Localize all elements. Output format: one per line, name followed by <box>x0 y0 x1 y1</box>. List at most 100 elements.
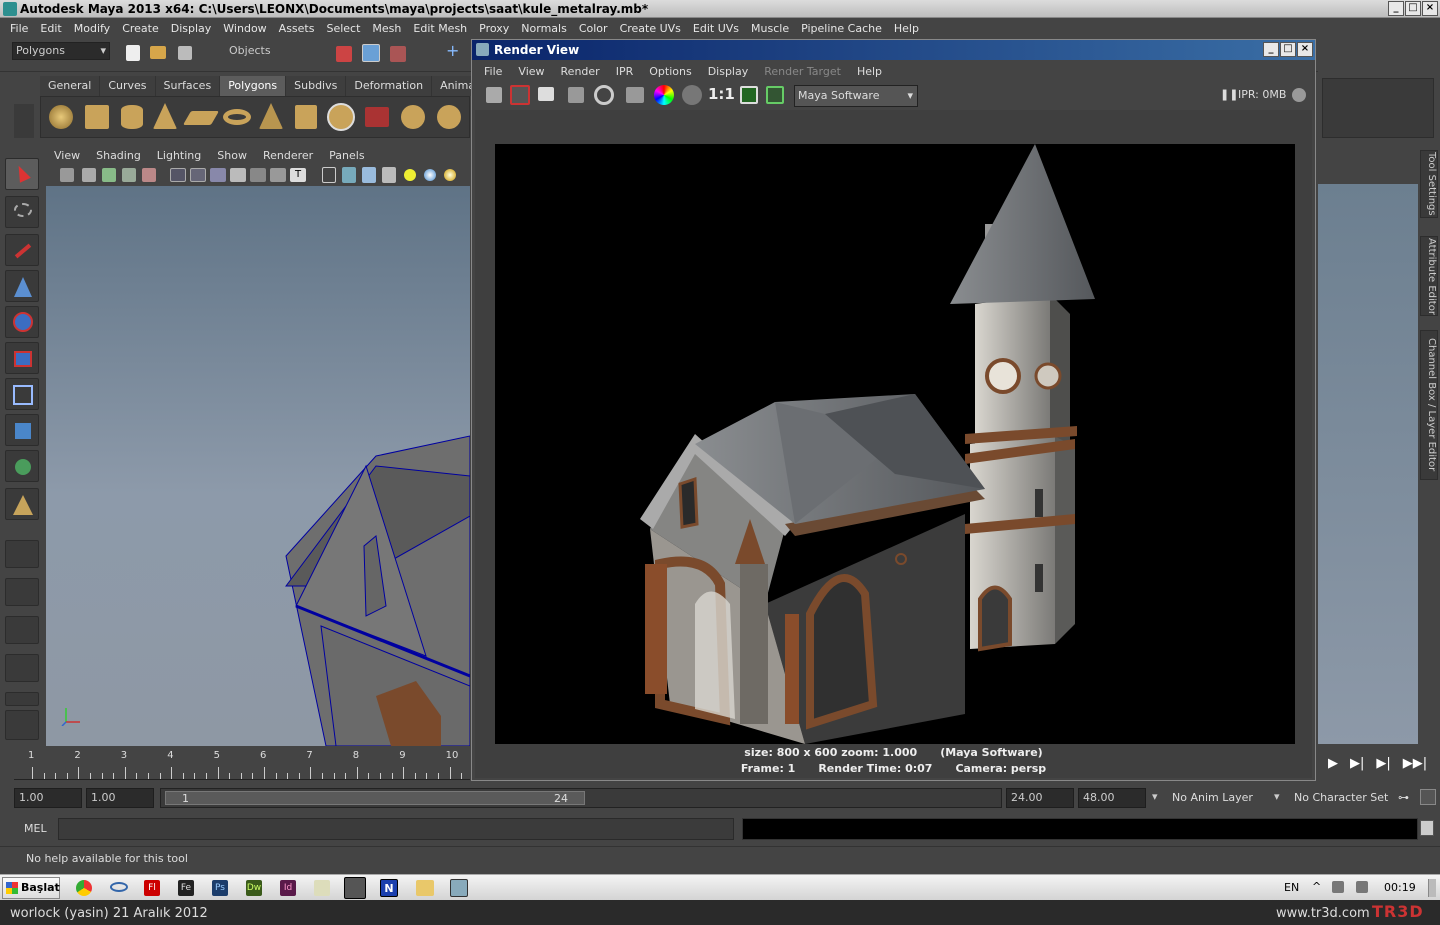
rv-menu-help[interactable]: Help <box>849 65 890 78</box>
tab-curves[interactable]: Curves <box>100 76 156 96</box>
all-lights-icon[interactable] <box>424 169 436 181</box>
menu-file[interactable]: File <box>4 22 34 35</box>
rv-minimize-button[interactable]: _ <box>1263 42 1279 57</box>
char-set-dropdown-icon[interactable]: ▾ <box>1274 790 1280 803</box>
select-tool-icon[interactable] <box>5 158 39 190</box>
hypershade-layout-icon[interactable] <box>5 710 39 740</box>
viewport-menu-panels[interactable]: Panels <box>321 149 372 162</box>
new-scene-icon[interactable] <box>126 45 140 61</box>
rv-menu-render[interactable]: Render <box>553 65 608 78</box>
outliner-layout-icon[interactable] <box>5 616 39 644</box>
end-time-field[interactable]: 48.00 <box>1078 788 1146 808</box>
show-desktop-button[interactable] <box>1428 879 1436 897</box>
script-editor-icon[interactable] <box>1420 820 1434 836</box>
language-indicator[interactable]: EN <box>1284 881 1299 894</box>
bookmarks-icon[interactable] <box>82 168 96 182</box>
checker-icon[interactable] <box>382 167 396 183</box>
menu-display[interactable]: Display <box>165 22 218 35</box>
redo-previous-render-icon[interactable] <box>486 87 502 103</box>
start-button[interactable]: Başlat <box>2 877 60 899</box>
rv-menu-view[interactable]: View <box>510 65 552 78</box>
poly-pipe-icon[interactable] <box>295 105 317 129</box>
clock[interactable]: 00:19 <box>1384 881 1416 894</box>
volume-icon[interactable] <box>1356 881 1368 893</box>
rv-menu-file[interactable]: File <box>476 65 510 78</box>
wireframe-icon[interactable] <box>170 168 186 182</box>
poly-cube-icon[interactable] <box>85 105 109 129</box>
photoshop-icon[interactable]: Ps <box>212 880 228 896</box>
lasso-tool-icon[interactable] <box>5 196 39 228</box>
menu-mesh[interactable]: Mesh <box>366 22 407 35</box>
paint-select-tool-icon[interactable] <box>5 234 39 266</box>
select-by-component-icon[interactable] <box>390 46 406 62</box>
graph-layout-icon[interactable] <box>5 654 39 682</box>
snap-icon[interactable]: + <box>446 43 462 60</box>
viewport-menu-show[interactable]: Show <box>209 149 255 162</box>
next-key-icon[interactable]: ▶| <box>1376 756 1390 771</box>
smooth-shade-icon[interactable] <box>210 168 226 182</box>
rv-close-button[interactable]: × <box>1297 42 1313 57</box>
chrome-icon[interactable] <box>76 880 92 896</box>
real-size-button[interactable]: 1:1 <box>708 85 735 103</box>
tab-surfaces[interactable]: Surfaces <box>155 76 221 96</box>
textured-icon[interactable] <box>270 168 286 182</box>
poly-sphere-icon[interactable] <box>49 105 73 129</box>
menu-window[interactable]: Window <box>217 22 272 35</box>
quick-launch-icon[interactable] <box>110 882 128 892</box>
two-d-pan-icon[interactable] <box>122 168 136 182</box>
close-button[interactable]: × <box>1422 1 1438 16</box>
tab-attribute-editor[interactable]: Attribute Editor <box>1420 236 1438 316</box>
tab-subdivs[interactable]: Subdivs <box>286 76 347 96</box>
menu-create-uvs[interactable]: Create UVs <box>614 22 687 35</box>
refresh-ipr-icon[interactable] <box>594 85 614 105</box>
menu-set-dropdown[interactable]: Polygons ▾ <box>12 42 110 60</box>
menu-edit[interactable]: Edit <box>34 22 67 35</box>
maximize-button[interactable]: □ <box>1405 1 1421 16</box>
playback-start-field[interactable]: 1.00 <box>86 788 154 808</box>
separate-icon[interactable] <box>401 105 425 129</box>
menu-pipeline-cache[interactable]: Pipeline Cache <box>795 22 888 35</box>
render-region-icon[interactable] <box>510 85 530 105</box>
tab-channel-box[interactable]: Channel Box / Layer Editor <box>1420 330 1438 480</box>
menu-muscle[interactable]: Muscle <box>745 22 795 35</box>
tab-tool-settings[interactable]: Tool Settings <box>1420 150 1438 218</box>
poly-pyramid-icon[interactable] <box>259 103 283 129</box>
render-canvas[interactable]: size: 800 x 600 zoom: 1.000 (Maya Softwa… <box>475 110 1312 778</box>
network-icon[interactable] <box>1332 881 1344 893</box>
tab-polygons[interactable]: Polygons <box>220 76 287 96</box>
default-light-icon[interactable] <box>404 169 416 181</box>
wireframe-on-shaded-icon[interactable] <box>230 168 246 182</box>
grid-icon[interactable] <box>190 168 206 182</box>
perspective-viewport[interactable] <box>46 186 470 746</box>
menu-proxy[interactable]: Proxy <box>473 22 515 35</box>
menu-modify[interactable]: Modify <box>68 22 116 35</box>
remove-image-icon[interactable] <box>766 86 784 104</box>
soft-mod-tool-icon[interactable] <box>5 414 39 446</box>
start-time-field[interactable]: 1.00 <box>14 788 82 808</box>
minimize-button[interactable]: _ <box>1388 1 1404 16</box>
key-icon[interactable]: ⊶ <box>1398 791 1414 804</box>
explorer-folder-icon[interactable] <box>416 880 434 896</box>
display-alpha-icon[interactable] <box>682 85 702 105</box>
redo-ipr-icon[interactable] <box>568 87 584 103</box>
range-slider[interactable]: 1 24 <box>160 788 1002 808</box>
menu-color[interactable]: Color <box>573 22 614 35</box>
menu-edit-uvs[interactable]: Edit UVs <box>687 22 745 35</box>
manipulator-tool-icon[interactable] <box>5 378 39 410</box>
use-default-material-icon[interactable]: T <box>290 168 306 182</box>
tab-general[interactable]: General <box>40 76 101 96</box>
poly-helix-icon[interactable] <box>327 103 355 131</box>
playback-end-field[interactable]: 24.00 <box>1006 788 1074 808</box>
xray-icon[interactable] <box>250 168 266 182</box>
xray-active-icon[interactable] <box>362 167 376 183</box>
menu-edit-mesh[interactable]: Edit Mesh <box>407 22 473 35</box>
character-set-dropdown[interactable]: No Character Set <box>1290 788 1394 808</box>
last-tool-icon[interactable] <box>5 450 39 482</box>
prefs-icon[interactable] <box>1420 789 1436 805</box>
menu-select[interactable]: Select <box>320 22 366 35</box>
menu-normals[interactable]: Normals <box>515 22 573 35</box>
snapshot-icon[interactable] <box>538 87 554 101</box>
poly-torus-icon[interactable] <box>223 109 251 125</box>
save-scene-icon[interactable] <box>178 46 192 60</box>
window-switch-icon[interactable] <box>450 879 468 897</box>
